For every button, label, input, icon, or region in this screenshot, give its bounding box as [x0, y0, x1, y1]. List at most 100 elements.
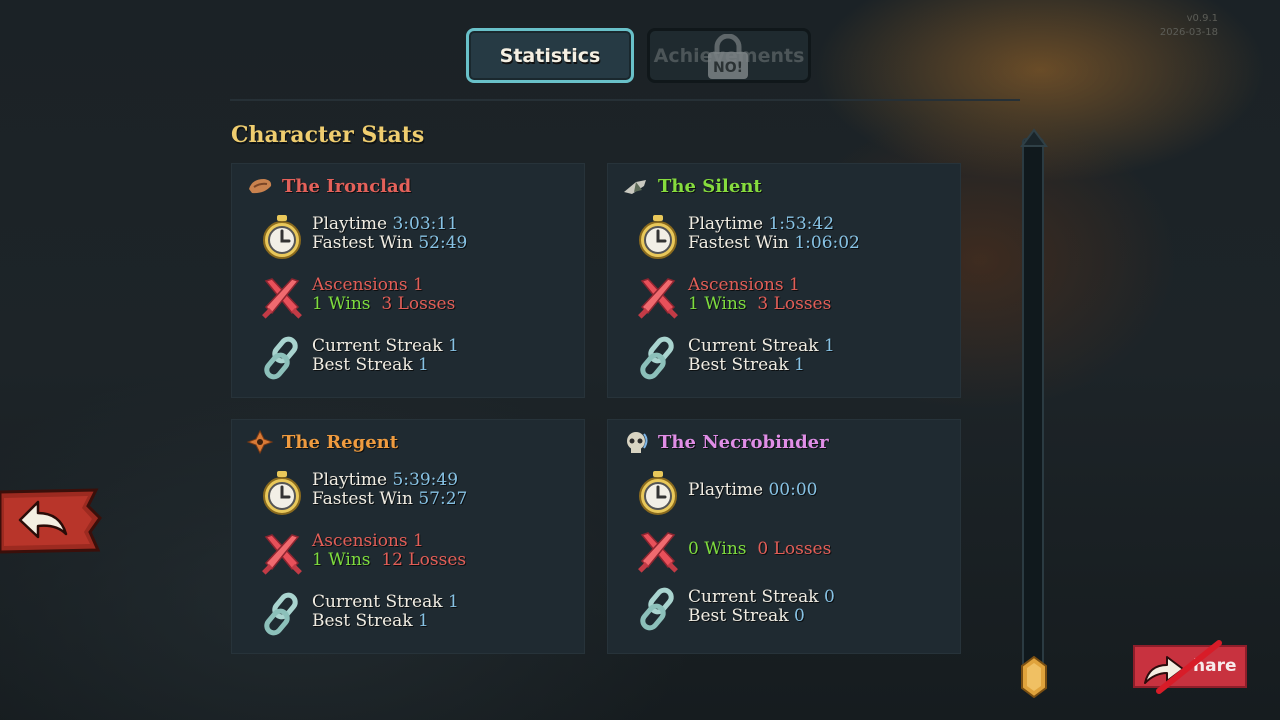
playtime-label: Playtime [312, 470, 388, 490]
chain-icon [640, 587, 674, 631]
playtime-value: 5:39:49 [392, 470, 459, 490]
scrollbar-handle[interactable] [1020, 656, 1048, 698]
wins-value: 1 [312, 294, 323, 314]
version-number: v0.9.1 [1186, 13, 1218, 24]
current-streak-value: 0 [823, 587, 835, 607]
playtime-value: 00:00 [768, 480, 818, 500]
wins-value: 0 [688, 539, 699, 559]
ascension-row: Ascensions 1 1 Wins 3 Losses [260, 275, 580, 325]
best-streak-label: Best Streak [312, 355, 413, 375]
playtime-value: 1:53:42 [768, 214, 835, 234]
regent-icon [246, 430, 274, 454]
stopwatch-icon [263, 215, 301, 259]
header-divider [230, 99, 1020, 101]
crossed-swords-icon [638, 278, 678, 319]
playtime-label: Playtime [312, 214, 388, 234]
crossed-swords-icon [262, 534, 302, 575]
playtime-label: Playtime [688, 480, 764, 500]
character-card-ironclad: The Ironclad Playtime 3:03:11 Fastest Wi… [231, 163, 585, 398]
playtime-row: Playtime 5:39:49 Fastest Win 57:27 [260, 470, 580, 520]
stopwatch-icon [263, 471, 301, 515]
wins-value: 1 [688, 294, 699, 314]
character-card-silent: The Silent Playtime 1:53:42 Fastest Win … [607, 163, 961, 398]
current-streak-label: Current Streak [688, 587, 819, 607]
scrollbar-top-cap [1020, 128, 1048, 147]
losses-value: 0 [757, 539, 769, 559]
best-streak-label: Best Streak [688, 355, 789, 375]
stopwatch-icon [639, 471, 677, 515]
character-name: The Ironclad [282, 176, 412, 197]
scrollbar-track[interactable] [1022, 138, 1044, 678]
losses-value: 3 [381, 294, 393, 314]
ascension-row: 0 Wins 0 Losses [636, 529, 956, 579]
losses-value: 3 [757, 294, 769, 314]
playtime-row: Playtime 3:03:11 Fastest Win 52:49 [260, 214, 580, 264]
stopwatch-icon [639, 215, 677, 259]
fastest-win-value: 1:06:02 [794, 233, 860, 253]
character-card-regent: The Regent Playtime 5:39:49 Fastest Win … [231, 419, 585, 654]
wins-label: Wins [328, 550, 371, 570]
tab-statistics[interactable]: Statistics [466, 28, 634, 83]
ironclad-icon [249, 179, 272, 194]
losses-label: Losses [408, 550, 467, 570]
character-name: The Silent [658, 176, 762, 197]
ascensions-label: Ascensions [688, 275, 784, 295]
current-streak-label: Current Streak [688, 336, 819, 356]
wins-label: Wins [704, 539, 747, 559]
best-streak-value: 1 [794, 355, 805, 375]
ascensions-label: Ascensions [312, 531, 408, 551]
fastest-win-label: Fastest Win [312, 233, 413, 253]
playtime-row: Playtime 1:53:42 Fastest Win 1:06:02 [636, 214, 956, 264]
best-streak-value: 1 [418, 355, 429, 375]
character-card-necrobinder: The Necrobinder Playtime 00:00 0 Wins 0 … [607, 419, 961, 654]
ascension-row: Ascensions 1 1 Wins 12 Losses [260, 531, 580, 581]
chain-icon [264, 592, 298, 636]
character-name: The Necrobinder [658, 432, 829, 453]
ascensions-value: 1 [413, 531, 424, 551]
back-button[interactable] [0, 488, 102, 554]
necrobinder-icon [627, 432, 648, 453]
playtime-value: 3:03:11 [392, 214, 459, 234]
losses-label: Losses [773, 294, 832, 314]
wins-value: 1 [312, 550, 323, 570]
current-streak-label: Current Streak [312, 336, 443, 356]
playtime-row: Playtime 00:00 [636, 470, 956, 520]
padlock-icon: NO! [708, 34, 748, 79]
ascensions-value: 1 [413, 275, 424, 295]
lock-text: NO! [713, 60, 743, 76]
disabled-slash [1156, 640, 1222, 694]
best-streak-label: Best Streak [688, 606, 789, 626]
ascensions-label: Ascensions [312, 275, 408, 295]
tab-statistics-label: Statistics [499, 44, 601, 67]
current-streak-label: Current Streak [312, 592, 443, 612]
character-name: The Regent [282, 432, 399, 453]
streak-row: Current Streak 1 Best Streak 1 [260, 336, 580, 386]
share-button[interactable]: hare [1133, 640, 1247, 694]
crossed-swords-icon [638, 532, 678, 573]
chain-icon [640, 336, 674, 380]
fastest-win-label: Fastest Win [688, 233, 789, 253]
chain-icon [264, 336, 298, 380]
fastest-win-label: Fastest Win [312, 489, 413, 509]
section-title: Character Stats [231, 122, 425, 148]
ascension-row: Ascensions 1 1 Wins 3 Losses [636, 275, 956, 325]
current-streak-value: 1 [823, 336, 835, 356]
crossed-swords-icon [262, 278, 302, 319]
playtime-label: Playtime [688, 214, 764, 234]
build-date: 2026-03-18 [1159, 27, 1218, 38]
streak-row: Current Streak 1 Best Streak 1 [636, 336, 956, 386]
current-streak-value: 1 [447, 336, 459, 356]
ascensions-value: 1 [789, 275, 800, 295]
current-streak-value: 1 [447, 592, 459, 612]
streak-row: Current Streak 0 Best Streak 0 [636, 587, 956, 637]
losses-label: Losses [397, 294, 456, 314]
fastest-win-value: 57:27 [418, 489, 468, 509]
best-streak-value: 1 [418, 611, 429, 631]
wins-label: Wins [328, 294, 371, 314]
best-streak-label: Best Streak [312, 611, 413, 631]
wins-label: Wins [704, 294, 747, 314]
fastest-win-value: 52:49 [418, 233, 468, 253]
silent-icon [624, 180, 646, 194]
best-streak-value: 0 [794, 606, 805, 626]
losses-value: 12 [381, 550, 403, 570]
